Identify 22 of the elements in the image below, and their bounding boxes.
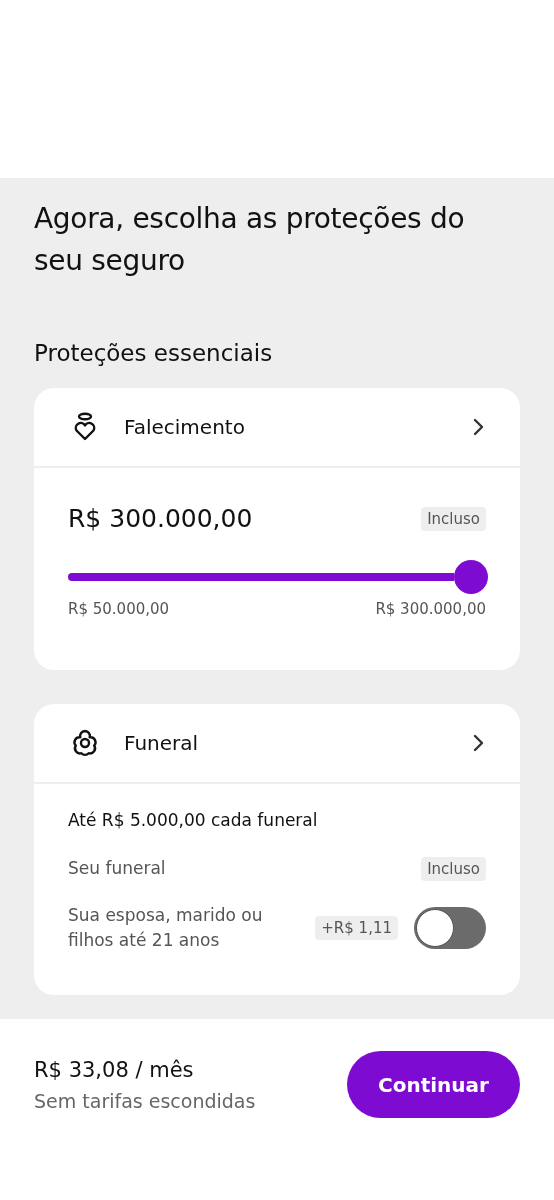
option-label: Sua esposa, marido ou filhos até 21 anos [68,904,264,952]
flower-icon [70,728,100,758]
option-label: Seu funeral [68,857,167,880]
included-badge: Incluso [421,506,486,531]
min-value: R$ 50.000,00 [68,600,170,618]
coverage-amount: R$ 300.000,00 [68,504,253,533]
card-title: Funeral [124,731,200,755]
section-title: Proteções essenciais [34,340,274,366]
included-badge: Incluso [421,856,486,881]
chevron-right-icon[interactable] [472,418,484,436]
price-badge: +R$ 1,11 [315,916,398,940]
continue-button[interactable]: Continuar [347,1051,520,1118]
coverage-limit: Até R$ 5.000,00 cada funeral [68,810,319,830]
amount-slider[interactable] [68,560,488,594]
page-title: Agora, escolha as proteções do seu seguro [34,201,466,279]
monthly-price: R$ 33,08 / mês [34,1057,195,1082]
toggle-switch[interactable] [414,907,486,949]
max-value: R$ 300.000,00 [375,600,486,618]
chevron-right-icon[interactable] [472,734,484,752]
slider-thumb[interactable] [454,560,488,594]
price-note: Sem tarifas escondidas [34,1089,256,1112]
card-title: Falecimento [124,415,246,439]
